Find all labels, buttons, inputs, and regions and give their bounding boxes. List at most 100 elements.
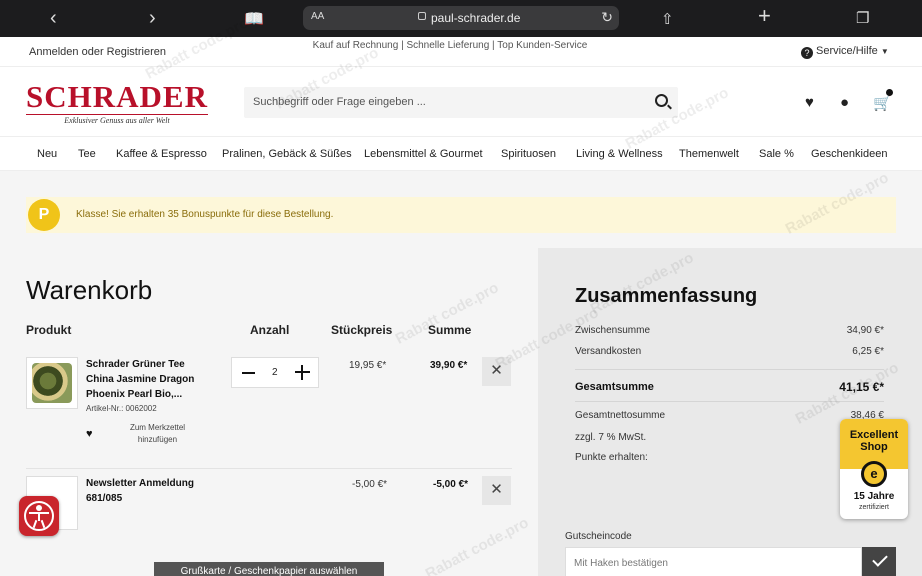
bookmarks-icon[interactable]: 📖 — [244, 10, 264, 30]
coupon-submit-button[interactable] — [862, 547, 896, 576]
accessibility-button[interactable] — [19, 496, 59, 536]
net-total-label: Gesamtnettosumme — [575, 410, 666, 421]
tea-image — [32, 363, 72, 403]
product-image[interactable] — [26, 357, 78, 409]
tabs-icon[interactable]: ❐ — [856, 9, 869, 29]
quantity-value[interactable]: 2 — [272, 367, 278, 378]
new-tab-icon[interactable]: + — [758, 5, 771, 27]
promo-text: Kauf auf Rechnung | Schnelle Lieferung |… — [312, 40, 588, 51]
coupon-label: Gutscheincode — [565, 531, 632, 542]
utility-bar: Anmelden oder Registrieren Kauf auf Rech… — [0, 37, 922, 67]
product-name-line-3[interactable]: Phoenix Pearl Bio,... — [86, 387, 182, 402]
service-label: Service/Hilfe — [816, 45, 878, 57]
cart-icon[interactable]: 🛒 — [873, 94, 892, 112]
coupon-input[interactable]: Mit Haken bestätigen — [565, 547, 862, 576]
main-navigation: Neu Tee Kaffee & Espresso Pralinen, Gebä… — [0, 137, 922, 171]
logo-tagline: Exklusiver Genuss aus aller Welt — [26, 114, 208, 125]
site-header: SCHRADER Exklusiver Genuss aus aller Wel… — [0, 67, 922, 137]
watermark: Rabatt code.pro — [422, 514, 532, 576]
add-to-wishlist-link[interactable]: Zum Merkzettel hinzufügen — [120, 422, 195, 446]
nav-item-sale[interactable]: Sale % — [759, 148, 794, 160]
search-icon[interactable] — [655, 94, 668, 107]
summary-divider — [575, 369, 884, 370]
search-placeholder: Suchbegriff oder Frage eingeben ... — [253, 96, 426, 108]
summary-title: Zusammenfassung — [575, 285, 758, 307]
nav-item-living[interactable]: Living & Wellness — [576, 148, 663, 160]
share-icon[interactable]: ⇧ — [661, 10, 674, 30]
heart-icon[interactable]: ♥ — [805, 94, 814, 111]
shipping-label: Versandkosten — [575, 346, 642, 357]
unit-price: 19,95 €* — [349, 360, 387, 371]
product-name-line-2[interactable]: China Jasmine Dragon — [86, 372, 194, 387]
address-bar[interactable]: AA paul-schrader.de ↻ — [303, 6, 619, 30]
column-header-product: Produkt — [26, 323, 72, 337]
logo-wordmark: SCHRADER — [26, 79, 208, 114]
plus-icon[interactable] — [295, 365, 310, 380]
badge-title-line-2: Shop — [860, 441, 888, 453]
watermark: Rabatt code.pro — [392, 279, 502, 348]
row-divider — [26, 468, 512, 469]
points-label: Punkte erhalten: — [575, 452, 648, 463]
points-badge-icon: P — [28, 199, 60, 231]
article-number: Artikel-Nr.: 0062002 — [86, 404, 157, 413]
back-icon[interactable]: ‹ — [50, 8, 57, 28]
column-header-quantity: Anzahl — [250, 323, 290, 337]
reload-icon[interactable]: ↻ — [601, 9, 613, 26]
remove-newsletter-button[interactable]: ✕ — [482, 476, 511, 505]
badge-years: 15 Jahre — [853, 491, 895, 502]
wishlist-label-line-2: hinzufügen — [137, 435, 178, 444]
column-header-unit-price: Stückpreis — [331, 323, 393, 337]
wishlist-heart-icon[interactable]: ♥ — [86, 428, 93, 440]
chevron-down-icon: ▼ — [880, 47, 889, 56]
wishlist-label-line-1: Zum Merkzettel — [129, 423, 186, 432]
close-icon: ✕ — [490, 362, 503, 379]
login-link[interactable]: Anmelden oder Registrieren — [29, 46, 166, 58]
forward-icon[interactable]: › — [149, 8, 156, 28]
nav-item-tee[interactable]: Tee — [78, 148, 96, 160]
newsletter-line-total: -5,00 €* — [433, 479, 469, 490]
nav-item-kaffee[interactable]: Kaffee & Espresso — [116, 148, 207, 160]
url-text: paul-schrader.de — [431, 11, 521, 25]
help-icon: ? — [801, 47, 813, 59]
product-name-line-1[interactable]: Schrader Grüner Tee — [86, 357, 185, 372]
vat-label: zzgl. 7 % MwSt. — [575, 432, 647, 443]
line-total: 39,90 €* — [430, 360, 468, 371]
nav-item-geschenkideen[interactable]: Geschenkideen — [811, 148, 887, 160]
grand-total-label: Gesamtsumme — [575, 381, 654, 393]
column-header-total: Summe — [428, 323, 472, 337]
nav-item-lebensmittel[interactable]: Lebensmittel & Gourmet — [364, 148, 483, 160]
minus-icon[interactable] — [242, 372, 255, 374]
page-title: Warenkorb — [26, 275, 153, 305]
nav-item-themenwelt[interactable]: Themenwelt — [679, 148, 739, 160]
lock-icon — [418, 12, 426, 20]
coupon-placeholder: Mit Haken bestätigen — [574, 558, 668, 569]
accessibility-icon-head — [36, 505, 42, 511]
trust-badge[interactable]: Excellent Shop e 15 Jahre zertifiziert — [840, 419, 908, 519]
trust-seal-icon: e — [861, 461, 887, 487]
browser-toolbar: ‹ › 📖 AA paul-schrader.de ↻ ⇧ + ❐ — [0, 0, 922, 37]
newsletter-unit-price: -5,00 €* — [352, 479, 388, 490]
account-icon[interactable]: ● — [840, 94, 849, 111]
newsletter-name-line-2: 681/085 — [86, 493, 123, 504]
grand-total-value: 41,15 €* — [839, 380, 884, 394]
cart-indicator — [886, 89, 893, 96]
summary-divider — [575, 401, 884, 402]
shipping-value: 6,25 €* — [852, 346, 884, 357]
badge-certified: zertifiziert — [859, 504, 889, 511]
remove-item-button[interactable]: ✕ — [482, 357, 511, 386]
text-size-button[interactable]: AA — [311, 11, 324, 22]
nav-item-pralinen[interactable]: Pralinen, Gebäck & Süßes — [222, 148, 352, 160]
nav-item-neu[interactable]: Neu — [37, 148, 57, 160]
gift-card-button[interactable]: Grußkarte / Geschenkpapier auswählen — [154, 562, 384, 576]
quantity-stepper[interactable]: 2 — [231, 357, 319, 388]
service-menu[interactable]: ? Service/Hilfe ▼ — [801, 45, 889, 59]
subtotal-label: Zwischensumme — [575, 325, 651, 336]
newsletter-name-line-1: Newsletter Anmeldung — [86, 478, 194, 489]
badge-title-line-1: Excellent — [849, 429, 899, 441]
bonus-points-banner: P Klasse! Sie erhalten 35 Bonuspunkte fü… — [26, 197, 896, 233]
nav-item-spirituosen[interactable]: Spirituosen — [501, 148, 556, 160]
subtotal-value: 34,90 €* — [846, 325, 884, 336]
search-input[interactable]: Suchbegriff oder Frage eingeben ... — [244, 87, 678, 118]
close-icon: ✕ — [490, 481, 503, 498]
logo[interactable]: SCHRADER Exklusiver Genuss aus aller Wel… — [26, 79, 208, 125]
